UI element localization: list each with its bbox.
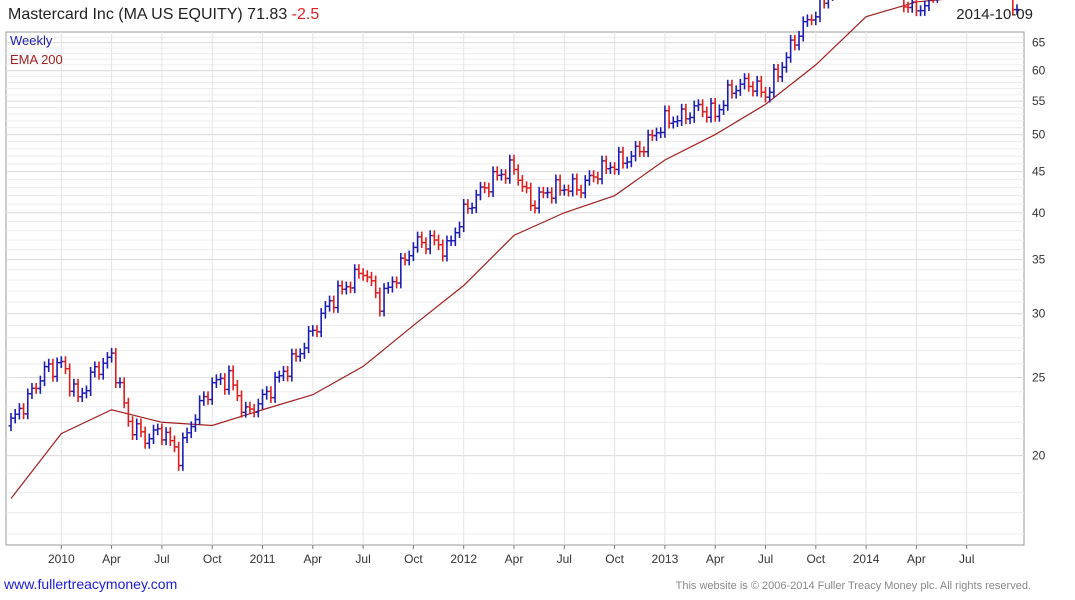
ohlc-bar-down bbox=[913, 0, 919, 17]
ohlc-bar-up bbox=[825, 0, 830, 9]
x-tick-label: Oct bbox=[806, 552, 825, 566]
x-tick-label: Apr bbox=[303, 552, 322, 566]
y-tick-label: 65 bbox=[1032, 36, 1046, 50]
copyright-notice: This website is © 2006-2014 Fuller Treac… bbox=[675, 580, 1031, 592]
x-tick-label: 2011 bbox=[250, 552, 276, 566]
legend-weekly: Weekly bbox=[10, 33, 53, 48]
x-tick-label: Oct bbox=[203, 552, 222, 566]
y-tick-label: 45 bbox=[1032, 164, 1046, 178]
x-tick-label: Jul bbox=[154, 552, 169, 566]
plot-area bbox=[5, 31, 1025, 546]
price-chart: 20 25 30 35 40 45 50 55 60 65 2010 Apr Jul Oct 2011 Ap… bbox=[5, 0, 1046, 566]
ohlc-bar-up bbox=[813, 11, 819, 26]
website-link[interactable]: www.fullertreacymoney.com bbox=[4, 576, 177, 592]
x-tick-label: Apr bbox=[907, 552, 926, 566]
x-tick-label: 2012 bbox=[450, 552, 477, 566]
y-tick-label: 60 bbox=[1032, 64, 1046, 78]
ohlc-bar-up bbox=[831, 0, 834, 2]
y-tick-label: 40 bbox=[1032, 206, 1046, 220]
y-tick-label: 25 bbox=[1032, 370, 1046, 384]
x-tick-label: Apr bbox=[102, 552, 121, 566]
x-tick-label: Jul bbox=[758, 552, 773, 566]
x-tick-label: Apr bbox=[505, 552, 524, 566]
x-tick-label: 2014 bbox=[853, 552, 880, 566]
x-tick-label: Oct bbox=[404, 552, 423, 566]
chart-date: 2014-10-09 bbox=[956, 6, 1033, 23]
x-tick-label: Jul bbox=[557, 552, 572, 566]
chart-title: Mastercard Inc (MA US EQUITY) 71.83 -2.5 bbox=[8, 6, 319, 24]
instrument-name: Mastercard Inc (MA US EQUITY) bbox=[8, 6, 243, 23]
ohlc-bar-up bbox=[922, 0, 928, 16]
y-tick-label: 50 bbox=[1032, 128, 1046, 142]
x-axis-labels: 2010 Apr Jul Oct 2011 Apr Jul Oct 2012 Apr Jul Oct 2… bbox=[48, 545, 974, 566]
y-axis-labels: 20 25 30 35 40 45 50 55 60 65 bbox=[1032, 36, 1046, 463]
x-tick-label: Jul bbox=[959, 552, 974, 566]
y-tick-label: 55 bbox=[1032, 94, 1046, 108]
ohlc-bar-up bbox=[817, 0, 821, 23]
x-tick-label: Apr bbox=[706, 552, 725, 566]
ohlc-bar-down bbox=[823, 0, 827, 9]
y-tick-label: 35 bbox=[1032, 253, 1046, 267]
last-price: 71.83 bbox=[247, 6, 288, 23]
x-tick-label: Jul bbox=[355, 552, 370, 566]
x-tick-label: 2010 bbox=[48, 552, 75, 566]
price-change: -2.5 bbox=[291, 6, 320, 23]
x-tick-label: 2013 bbox=[652, 552, 679, 566]
x-tick-label: Oct bbox=[605, 552, 624, 566]
ohlc-bar-up bbox=[804, 14, 810, 27]
y-tick-label: 30 bbox=[1032, 307, 1046, 321]
ohlc-bar-up bbox=[926, 0, 930, 12]
y-tick-label: 20 bbox=[1032, 449, 1046, 463]
legend-ema: EMA 200 bbox=[10, 52, 63, 67]
